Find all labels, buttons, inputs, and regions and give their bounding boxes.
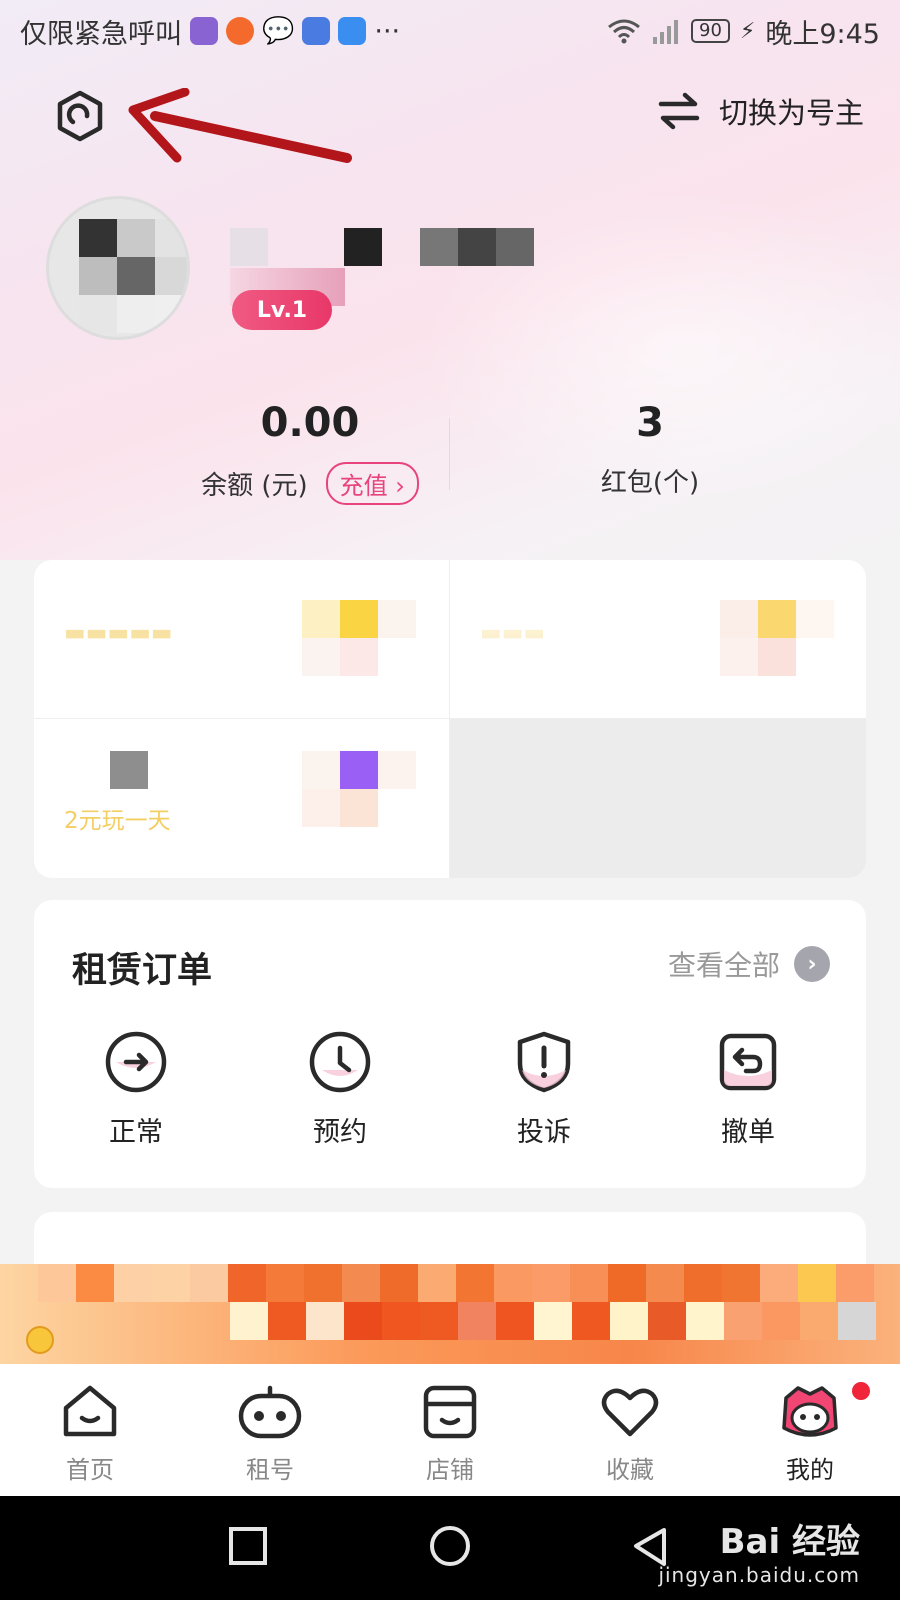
wallet-stats: 0.00 余额 (元) 充值 › 3 红包(个)	[0, 400, 900, 510]
promo-cell[interactable]: ▬▬▬	[450, 560, 866, 719]
signal-icon	[653, 20, 678, 44]
rental-orders-card: 租赁订单 查看全部 › 正常 预约 投诉 撤单	[34, 900, 866, 1188]
banner-mosaic-row	[38, 1264, 874, 1302]
bottom-tab-bar: 首页 租号 店铺 收藏 我的	[0, 1364, 900, 1496]
redpack-stat[interactable]: 3 红包(个)	[560, 400, 740, 499]
arrow-circle-icon	[105, 1031, 167, 1093]
banner-mosaic-row	[230, 1302, 876, 1340]
promo-cell[interactable]: ▬▬▬▬▬	[34, 560, 450, 719]
order-label: 预约	[313, 1117, 367, 1148]
heart-icon	[601, 1388, 659, 1437]
shield-alert-icon	[517, 1031, 571, 1093]
tab-favorites[interactable]: 收藏	[540, 1364, 720, 1496]
status-bar: 仅限紧急呼叫 💬 ··· 90 ⚡ 晚上9:45	[0, 0, 900, 62]
watermark: Bai 经验 jingyan.baidu.com	[658, 1514, 860, 1587]
view-all-label: 查看全部	[667, 949, 780, 982]
avatar[interactable]	[46, 196, 190, 340]
order-reserved[interactable]: 预约	[270, 1030, 410, 1149]
tab-label: 店铺	[426, 1456, 474, 1484]
app-notification-icon	[190, 17, 218, 45]
wechat-icon: 💬	[262, 16, 295, 46]
undo-icon	[719, 1033, 777, 1091]
balance-stat[interactable]: 0.00 余额 (元) 充值 ›	[180, 400, 440, 505]
tab-label: 首页	[66, 1456, 114, 1484]
promo-title: 2元玩一天	[64, 808, 171, 834]
tab-label: 我的	[786, 1456, 834, 1484]
status-left: 仅限紧急呼叫 💬 ···	[20, 12, 400, 51]
order-cancel[interactable]: 撤单	[678, 1030, 818, 1149]
tab-home[interactable]: 首页	[0, 1364, 180, 1496]
app-notification-icon	[302, 17, 331, 45]
settings-button[interactable]	[50, 86, 110, 146]
order-complaint[interactable]: 投诉	[474, 1030, 614, 1149]
hexagon-settings-icon	[57, 90, 103, 142]
store-icon	[423, 1385, 477, 1439]
tab-mine[interactable]: 我的	[720, 1364, 900, 1496]
promo-cell-empty	[450, 719, 866, 878]
order-label: 撤单	[721, 1117, 775, 1148]
home-icon	[63, 1385, 117, 1437]
recent-apps-icon[interactable]	[228, 1526, 268, 1566]
recharge-button[interactable]: 充值 ›	[325, 462, 419, 505]
screen: 仅限紧急呼叫 💬 ··· 90 ⚡ 晚上9:45 切换为号主 Lv.1 0.00…	[0, 0, 900, 1600]
order-label: 投诉	[517, 1117, 571, 1148]
switch-owner-button[interactable]: 切换为号主	[657, 90, 864, 132]
view-all-orders-link[interactable]: 查看全部 ›	[668, 944, 830, 984]
clock-time: 晚上9:45	[765, 18, 880, 50]
order-label: 正常	[109, 1117, 163, 1148]
promo-title-blurred: ▬▬▬	[480, 620, 546, 646]
carrier-text: 仅限紧急呼叫	[20, 18, 182, 50]
home-nav-icon[interactable]	[428, 1526, 472, 1570]
level-badge: Lv.1	[232, 290, 332, 330]
promo-image	[302, 751, 416, 827]
clock-icon	[309, 1031, 371, 1093]
redpack-label: 红包(个)	[600, 468, 700, 498]
gamepad-icon	[238, 1385, 302, 1439]
orders-title: 租赁订单	[72, 951, 213, 991]
username-redacted	[230, 228, 534, 266]
app-notification-icon	[338, 17, 367, 45]
coin-icon	[26, 1326, 54, 1354]
swap-arrows-icon	[658, 92, 700, 130]
avatar-mosaic	[79, 219, 187, 333]
battery-indicator: 90	[691, 19, 730, 43]
order-normal[interactable]: 正常	[66, 1030, 206, 1149]
tab-label: 租号	[246, 1456, 294, 1484]
watermark-sub: jingyan.baidu.com	[658, 1563, 860, 1587]
next-section-card	[34, 1212, 866, 1272]
promo-badge-redacted	[110, 751, 148, 789]
tab-label: 收藏	[606, 1456, 654, 1484]
promo-title-blurred: ▬▬▬▬▬	[64, 620, 173, 646]
stats-divider	[449, 418, 450, 490]
watermark-main: Bai 经验	[719, 1522, 860, 1562]
more-indicator: ···	[374, 15, 401, 47]
charging-icon: ⚡	[739, 18, 756, 44]
notification-dot	[852, 1382, 870, 1400]
balance-label-row: 余额 (元) 充值 ›	[180, 462, 440, 505]
promo-grid: ▬▬▬▬▬ ▬▬▬ 2元玩一天	[34, 560, 866, 878]
annotation-arrow-icon	[128, 88, 352, 163]
avatar-icon	[782, 1386, 838, 1437]
redpack-value: 3	[636, 400, 664, 446]
tab-rent-account[interactable]: 租号	[180, 1364, 360, 1496]
wifi-icon	[608, 19, 640, 44]
balance-value: 0.00	[260, 400, 360, 446]
promo-cell[interactable]: 2元玩一天	[34, 719, 450, 878]
promo-banner[interactable]	[0, 1264, 900, 1364]
system-nav-bar: Bai 经验 jingyan.baidu.com	[0, 1496, 900, 1600]
chevron-right-icon: ›	[794, 946, 830, 982]
balance-label: 余额 (元)	[201, 471, 308, 501]
promo-image	[720, 600, 834, 676]
promo-image	[302, 600, 416, 676]
tab-store[interactable]: 店铺	[360, 1364, 540, 1496]
status-right: 90 ⚡ 晚上9:45	[607, 12, 880, 51]
app-notification-icon	[226, 17, 254, 45]
switch-owner-label: 切换为号主	[718, 96, 864, 130]
